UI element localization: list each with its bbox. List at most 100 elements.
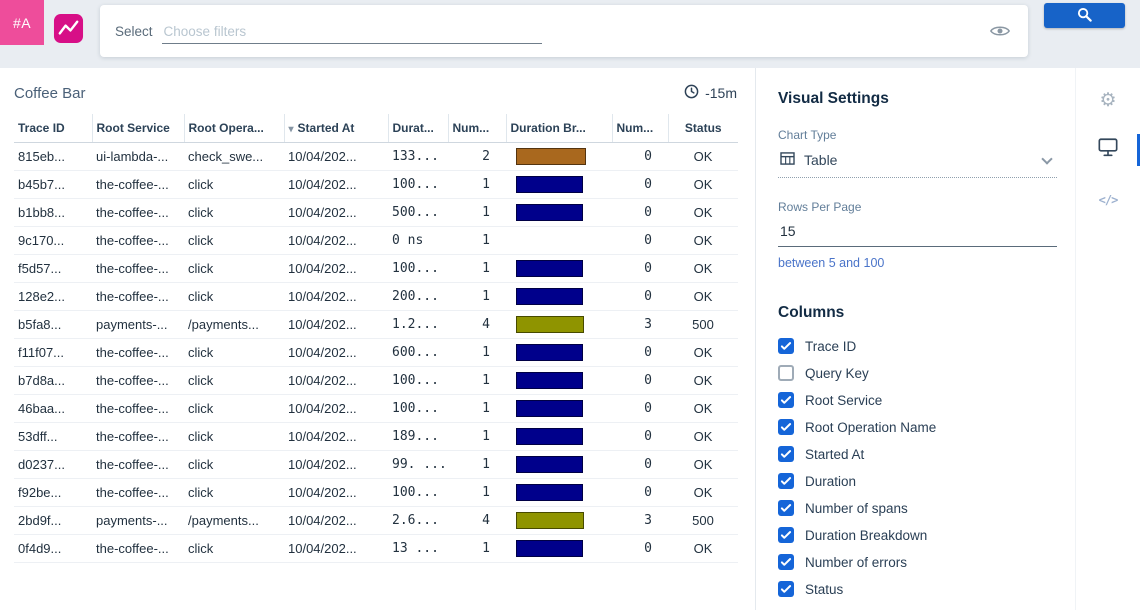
col-header-trace-id-0[interactable]: Trace ID [14,114,92,143]
checkbox-checked-icon[interactable] [778,554,794,570]
col-header-duration-br-6[interactable]: Duration Br... [506,114,612,143]
workspace-badge[interactable]: #A [0,0,44,45]
column-toggle-root-service[interactable]: Root Service [778,392,1057,408]
duration-breakdown-bar [516,512,586,529]
cell-started-at: 10/04/202... [284,367,388,395]
cell-status: OK [668,339,738,367]
table-row[interactable]: f5d57...the-coffee-...click10/04/202...1… [14,255,738,283]
cell-num-spans: 1 [448,339,506,367]
cell-num-errors: 0 [612,283,668,311]
table-row[interactable]: d0237...the-coffee-...click10/04/202...9… [14,451,738,479]
cell-status: OK [668,143,738,171]
cell-root-operation: click [184,423,284,451]
col-header-root-opera-2[interactable]: Root Opera... [184,114,284,143]
column-toggle-number-of-spans[interactable]: Number of spans [778,500,1057,516]
duration-breakdown-bar [516,400,586,417]
trace-table-panel: Coffee Bar -15m Trace IDRoot ServiceRoot… [0,68,756,610]
col-header-started-at-3[interactable]: ▾Started At [284,114,388,143]
cell-started-at: 10/04/202... [284,339,388,367]
brand-logo-icon[interactable] [53,13,84,44]
column-toggle-duration[interactable]: Duration [778,473,1057,489]
column-toggle-started-at[interactable]: Started At [778,446,1057,462]
cell-duration: 600... [388,339,448,367]
code-view-rail-button[interactable]: </> [1076,182,1140,218]
duration-breakdown-bar [516,540,586,557]
search-button[interactable] [1044,3,1125,28]
cell-num-spans: 2 [448,143,506,171]
column-toggle-duration-breakdown[interactable]: Duration Breakdown [778,527,1057,543]
table-row[interactable]: b1bb8...the-coffee-...click10/04/202...5… [14,199,738,227]
col-header-label: Num... [617,121,654,135]
cell-root-operation: click [184,479,284,507]
column-toggle-trace-id[interactable]: Trace ID [778,338,1057,354]
cell-duration-breakdown [506,423,612,451]
col-header-status-8[interactable]: Status [668,114,738,143]
time-range-control[interactable]: -15m [684,84,737,102]
checkbox-checked-icon[interactable] [778,581,794,597]
cell-root-service: the-coffee-... [92,171,184,199]
checkbox-unchecked-icon[interactable] [778,365,794,381]
column-toggle-label: Root Service [805,393,882,408]
table-row[interactable]: f92be...the-coffee-...click10/04/202...1… [14,479,738,507]
checkbox-checked-icon[interactable] [778,392,794,408]
table-grid-icon [780,152,795,168]
column-toggle-number-of-errors[interactable]: Number of errors [778,554,1057,570]
duration-breakdown-bar [516,372,586,389]
eye-icon[interactable] [990,24,1010,38]
col-header-num-7[interactable]: Num... [612,114,668,143]
chart-type-select[interactable]: Table [778,142,1057,178]
checkbox-checked-icon[interactable] [778,419,794,435]
checkbox-checked-icon[interactable] [778,500,794,516]
table-row[interactable]: 9c170...the-coffee-...click10/04/202...0… [14,227,738,255]
cell-started-at: 10/04/202... [284,395,388,423]
cell-num-errors: 0 [612,255,668,283]
cell-num-spans: 1 [448,479,506,507]
visual-view-rail-button[interactable] [1076,132,1140,168]
cell-root-operation: click [184,339,284,367]
column-toggle-root-operation-name[interactable]: Root Operation Name [778,419,1057,435]
checkbox-checked-icon[interactable] [778,473,794,489]
table-row[interactable]: 815eb...ui-lambda-...check_swe...10/04/2… [14,143,738,171]
column-toggle-status[interactable]: Status [778,581,1057,597]
cell-trace-id: 53dff... [14,423,92,451]
cell-num-errors: 3 [612,311,668,339]
checkbox-checked-icon[interactable] [778,338,794,354]
filter-input[interactable] [162,19,542,44]
cell-duration: 500... [388,199,448,227]
table-row[interactable]: f11f07...the-coffee-...click10/04/202...… [14,339,738,367]
table-row[interactable]: 2bd9f...payments-.../payments...10/04/20… [14,507,738,535]
table-row[interactable]: b45b7...the-coffee-...click10/04/202...1… [14,171,738,199]
table-row[interactable]: 128e2...the-coffee-...click10/04/202...2… [14,283,738,311]
cell-num-errors: 0 [612,395,668,423]
cell-status: OK [668,199,738,227]
cell-trace-id: 0f4d9... [14,535,92,563]
col-header-root-service-1[interactable]: Root Service [92,114,184,143]
traces-table: Trace IDRoot ServiceRoot Opera...▾Starte… [14,114,738,563]
time-range-label: -15m [705,85,737,101]
table-row[interactable]: 46baa...the-coffee-...click10/04/202...1… [14,395,738,423]
col-header-durat-4[interactable]: Durat... [388,114,448,143]
cell-num-spans: 1 [448,451,506,479]
cell-num-errors: 0 [612,143,668,171]
cell-root-operation: /payments... [184,507,284,535]
column-toggle-label: Number of errors [805,555,907,570]
settings-rail-button[interactable]: ⚙ [1076,82,1140,118]
table-row[interactable]: b5fa8...payments-.../payments...10/04/20… [14,311,738,339]
column-toggle-query-key[interactable]: Query Key [778,365,1057,381]
rows-per-page-input[interactable]: 15 [778,214,1057,247]
cell-started-at: 10/04/202... [284,199,388,227]
table-row[interactable]: 53dff...the-coffee-...click10/04/202...1… [14,423,738,451]
duration-breakdown-bar [516,428,586,445]
col-header-num-5[interactable]: Num... [448,114,506,143]
cell-status: OK [668,423,738,451]
cell-root-service: the-coffee-... [92,535,184,563]
cell-started-at: 10/04/202... [284,171,388,199]
checkbox-checked-icon[interactable] [778,527,794,543]
table-row[interactable]: b7d8a...the-coffee-...click10/04/202...1… [14,367,738,395]
cell-duration-breakdown [506,255,612,283]
cell-num-spans: 1 [448,199,506,227]
rows-per-page-field: Rows Per Page 15 between 5 and 100 [778,200,1057,270]
cell-started-at: 10/04/202... [284,507,388,535]
checkbox-checked-icon[interactable] [778,446,794,462]
table-row[interactable]: 0f4d9...the-coffee-...click10/04/202...1… [14,535,738,563]
